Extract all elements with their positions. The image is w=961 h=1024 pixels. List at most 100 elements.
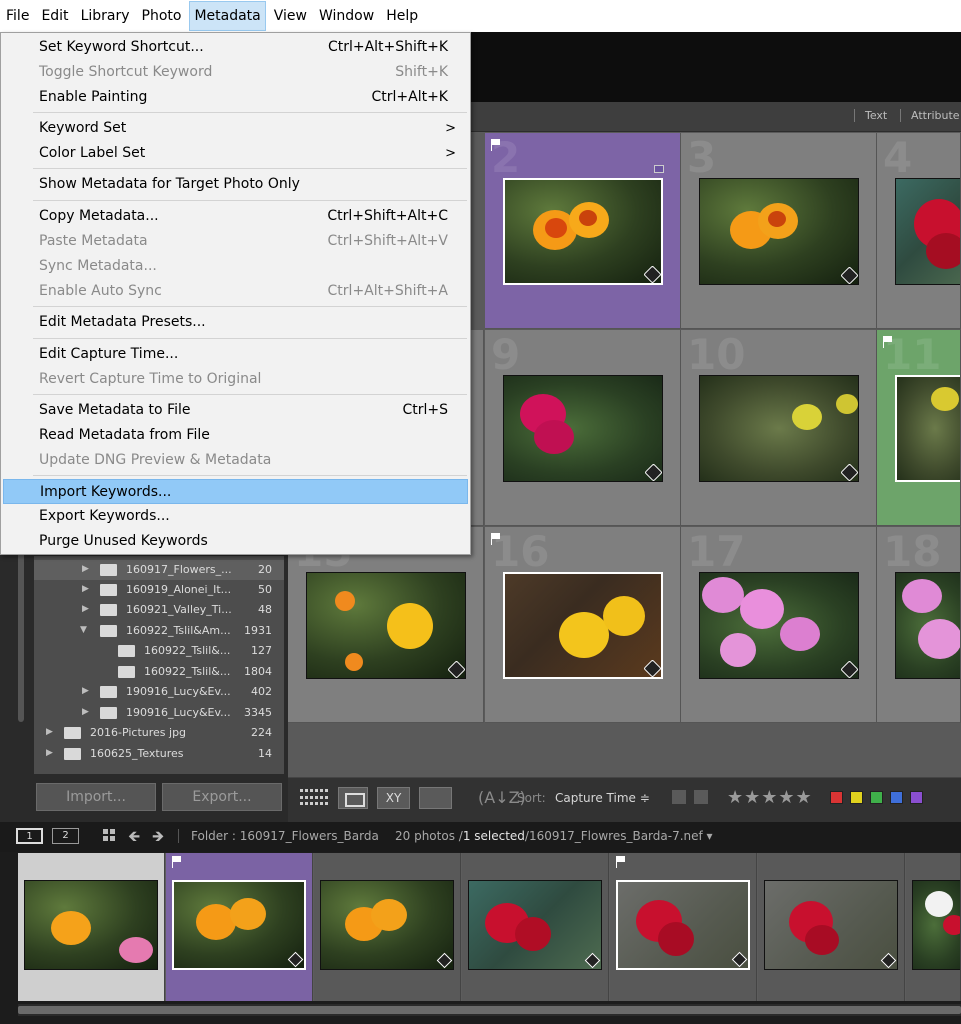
filmstrip-scrollbar[interactable] [18, 1004, 961, 1016]
menu-item-enable-auto-sync[interactable]: Enable Auto Sync Ctrl+Alt+Shift+A [3, 279, 468, 304]
filmstrip-cell[interactable] [610, 853, 757, 1001]
filmstrip-thumbnail[interactable] [172, 880, 306, 970]
menu-edit[interactable]: Edit [37, 2, 72, 30]
filmstrip-cell[interactable] [166, 853, 313, 1001]
photo-thumbnail[interactable] [699, 178, 859, 285]
color-label-blue[interactable] [890, 791, 903, 804]
sort-select[interactable]: Capture Time ≑ [555, 791, 650, 805]
menu-item-revert-capture-time[interactable]: Revert Capture Time to Original [3, 367, 468, 392]
filmstrip-thumbnail[interactable] [320, 880, 454, 970]
loupe-view-icon[interactable] [338, 787, 368, 809]
folder-row[interactable]: ▶ 2016-Pictures jpg 224 [34, 723, 284, 743]
filmstrip-thumbnail[interactable] [616, 880, 750, 970]
expand-arrow-icon[interactable]: ▶ [46, 727, 53, 737]
filmstrip-cell[interactable] [314, 853, 461, 1001]
compare-view-icon[interactable]: XY [377, 787, 410, 809]
import-button[interactable]: Import... [36, 783, 156, 811]
menu-item-purge-unused-keywords[interactable]: Purge Unused Keywords [3, 529, 468, 554]
filmstrip-thumbnail[interactable] [468, 880, 602, 970]
filmstrip-cell[interactable] [758, 853, 905, 1001]
photo-thumbnail[interactable] [503, 178, 663, 285]
grid-cell[interactable]: 18 [877, 527, 961, 723]
flag-reject-icon[interactable] [694, 790, 708, 804]
grid-view-icon[interactable] [103, 829, 115, 841]
folder-path[interactable]: Folder : 160917_Flowers_Barda [178, 829, 379, 843]
grid-cell[interactable]: 9 [485, 330, 681, 526]
photo-thumbnail[interactable] [699, 572, 859, 679]
expand-arrow-icon[interactable]: ▶ [82, 564, 89, 574]
photo-thumbnail[interactable] [306, 572, 466, 679]
menu-metadata[interactable]: Metadata [189, 1, 266, 31]
forward-arrow-icon[interactable]: 🡺 [152, 826, 164, 851]
export-button[interactable]: Export... [162, 783, 282, 811]
menu-library[interactable]: Library [77, 2, 134, 30]
folder-row[interactable]: ▶ 190916_Lucy&Ev... 402 [34, 682, 284, 702]
photo-thumbnail[interactable] [503, 375, 663, 482]
filmstrip-thumbnail[interactable] [764, 880, 898, 970]
folder-row[interactable]: 160922_Tslil&... 127 [34, 641, 284, 661]
grid-cell[interactable]: 10 [681, 330, 877, 526]
pick-flag-icon[interactable] [172, 856, 182, 868]
folder-row[interactable]: ▶ 160625_Textures 14 [34, 744, 284, 764]
menu-photo[interactable]: Photo [138, 2, 186, 30]
grid-cell[interactable]: 4 [877, 133, 961, 329]
color-label-yellow[interactable] [850, 791, 863, 804]
scrollbar-thumb[interactable] [18, 1006, 961, 1014]
color-label-green[interactable] [870, 791, 883, 804]
menu-window[interactable]: Window [315, 2, 378, 30]
photo-thumbnail[interactable] [503, 572, 663, 679]
menu-item-edit-capture-time[interactable]: Edit Capture Time... [3, 342, 468, 367]
menu-item-update-dng-preview[interactable]: Update DNG Preview & Metadata [3, 448, 468, 473]
menu-view[interactable]: View [270, 2, 311, 30]
back-arrow-icon[interactable]: 🡸 [128, 826, 140, 851]
flag-pick-icon[interactable] [672, 790, 686, 804]
menu-item-keyword-set[interactable]: Keyword Set > [3, 116, 468, 141]
photo-count[interactable]: 20 photos /1 selected/160917_Flowres_Bar… [395, 829, 713, 843]
menu-item-read-metadata[interactable]: Read Metadata from File [3, 423, 468, 448]
menu-item-enable-painting[interactable]: Enable Painting Ctrl+Alt+K [3, 85, 468, 110]
folder-row[interactable]: 160922_Tslil&... 1804 [34, 662, 284, 682]
grid-cell[interactable]: 16 [485, 527, 681, 723]
folder-row[interactable]: ▶ 160919_Alonei_It... 50 [34, 580, 284, 600]
expand-arrow-icon[interactable]: ▶ [82, 604, 89, 614]
photo-thumbnail[interactable] [895, 178, 960, 285]
folder-row[interactable]: ▼ 160922_Tslil&Am... 1931 [34, 621, 284, 641]
filmstrip-thumbnail[interactable] [912, 880, 960, 970]
filmstrip-cell[interactable] [18, 853, 165, 1001]
pick-flag-icon[interactable] [491, 139, 501, 151]
folder-row[interactable]: ▶ 190916_Lucy&Ev... 3345 [34, 703, 284, 723]
photo-thumbnail[interactable] [895, 572, 960, 679]
filter-text-tab[interactable]: Text [854, 109, 887, 122]
secondary-display-button[interactable]: 2 [52, 828, 79, 844]
photo-thumbnail[interactable] [895, 375, 960, 482]
menu-item-import-keywords[interactable]: Import Keywords... [3, 479, 468, 504]
expand-arrow-icon[interactable]: ▶ [46, 748, 53, 758]
grid-cell[interactable]: 11 [877, 330, 961, 526]
folder-row[interactable]: ▶ 160921_Valley_Ti... 48 [34, 600, 284, 620]
grid-cell[interactable]: 15 [288, 527, 484, 723]
menu-item-toggle-shortcut-keyword[interactable]: Toggle Shortcut Keyword Shift+K [3, 60, 468, 85]
menu-item-save-metadata[interactable]: Save Metadata to File Ctrl+S [3, 398, 468, 423]
menu-item-color-label-set[interactable]: Color Label Set > [3, 141, 468, 166]
grid-view-icon[interactable] [298, 787, 328, 809]
expand-arrow-icon[interactable]: ▶ [82, 707, 89, 717]
expand-arrow-icon[interactable]: ▶ [82, 584, 89, 594]
pick-flag-icon[interactable] [491, 533, 501, 545]
pick-flag-icon[interactable] [883, 336, 893, 348]
filmstrip-cell[interactable] [462, 853, 609, 1001]
panel-scrollbar[interactable] [18, 550, 24, 722]
primary-display-button[interactable]: 1 [16, 828, 43, 844]
filmstrip-cell[interactable] [906, 853, 961, 1001]
photo-thumbnail[interactable] [699, 375, 859, 482]
folder-row[interactable]: ▶ 160917_Flowers_... 20 [34, 560, 284, 580]
pick-flag-icon[interactable] [616, 856, 626, 868]
menu-item-edit-metadata-presets[interactable]: Edit Metadata Presets... [3, 310, 468, 335]
collapse-arrow-icon[interactable]: ▼ [80, 625, 87, 635]
color-label-purple[interactable] [910, 791, 923, 804]
filter-attribute-tab[interactable]: Attribute [900, 109, 960, 122]
menu-item-paste-metadata[interactable]: Paste Metadata Ctrl+Shift+Alt+V [3, 229, 468, 254]
rating-stars[interactable]: ★★★★★ [727, 787, 813, 808]
menu-help[interactable]: Help [382, 2, 422, 30]
grid-cell[interactable]: 3 [681, 133, 877, 329]
menu-item-show-metadata-target[interactable]: Show Metadata for Target Photo Only [3, 172, 468, 197]
